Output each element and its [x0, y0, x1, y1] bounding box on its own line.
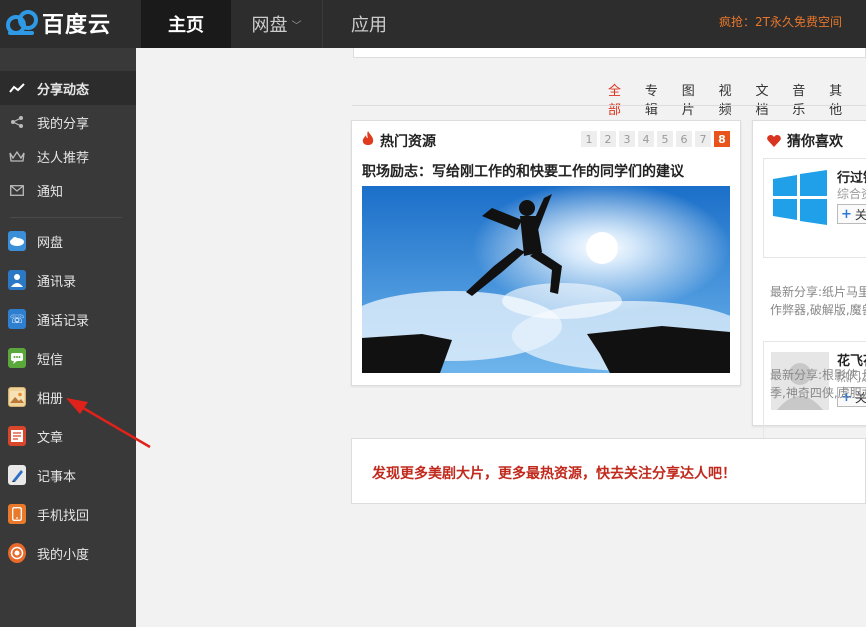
sidebar-item-netdisk[interactable]: 网盘 [0, 224, 136, 258]
nav-pan-label: 网盘 [251, 15, 288, 36]
sidebar-item-label: 通讯录 [37, 274, 77, 290]
sidebar-item-label: 网盘 [37, 235, 64, 251]
filter-tab-image[interactable]: 图片 [682, 80, 707, 125]
recommended-user-card: 行过镜 综合资 +关 [763, 158, 866, 258]
filter-divider [352, 105, 866, 106]
baidu-yun-logo[interactable]: 百度云 [4, 6, 136, 40]
sidebar-item-label: 通知 [37, 184, 64, 200]
mail-icon [8, 181, 26, 199]
latest-share-text[interactable]: 最新分享:纸片马里 作弊器,破解版,魔兽 [770, 283, 866, 319]
guess-title: 猜你喜欢 [787, 134, 843, 150]
crown-icon [8, 147, 26, 165]
discover-banner: 发现更多美剧大片，更多最热资源，快去关注分享达人吧！ [351, 438, 866, 504]
page-button[interactable]: 4 [638, 131, 654, 147]
hot-resources-title: 热门资源 [380, 134, 436, 150]
photo-album-icon [8, 387, 26, 407]
discover-text[interactable]: 发现更多美剧大片，更多最热资源，快去关注分享达人吧！ [372, 463, 736, 483]
sidebar-item-call-log[interactable]: ☏ 通话记录 [0, 302, 136, 336]
nav-pan-tab[interactable]: 网盘 ﹀ [231, 0, 323, 48]
heart-icon [767, 135, 781, 147]
main-content: 全部 专辑 图片 视频 文档 音乐 其他 热门资源 1 2 3 4 5 6 7 … [136, 48, 866, 627]
latest-share-line: 季,神奇四侠,虎胆龙 [770, 386, 866, 400]
guess-header: 猜你喜欢 [767, 131, 843, 151]
sidebar-item-experts[interactable]: 达人推荐 [0, 139, 136, 173]
latest-share-line: 作弊器,破解版,魔兽 [770, 303, 866, 317]
latest-share-line: 最新分享:纸片马里 [770, 285, 866, 299]
sidebar-item-label: 分享动态 [37, 82, 90, 98]
hot-headline-link[interactable]: 职场励志：写给刚工作的和快要工作的同学们的建议 [362, 161, 684, 181]
sidebar-item-label: 短信 [37, 352, 64, 368]
sidebar-item-label: 我的小度 [37, 547, 90, 563]
filter-tab-doc[interactable]: 文档 [755, 80, 780, 125]
call-log-icon: ☏ [8, 309, 26, 329]
page-button-current[interactable]: 8 [714, 131, 730, 147]
promo-link[interactable]: 疯抢：2T永久免费空间 [719, 13, 842, 30]
sidebar-item-label: 相册 [37, 391, 64, 407]
filter-tab-video[interactable]: 视频 [719, 80, 744, 125]
nav-app-tab[interactable]: 应用 [323, 0, 415, 48]
latest-share-text[interactable]: 最新分享:根影侠,月 季,神奇四侠,虎胆龙 [770, 366, 866, 402]
share-icon [8, 113, 26, 131]
user-category: 综合资 [837, 187, 866, 201]
page-button[interactable]: 7 [695, 131, 711, 147]
user-name[interactable]: 行过镜 [837, 167, 866, 186]
windows-avatar[interactable] [771, 169, 829, 227]
cloud-logo-icon [4, 7, 40, 39]
sidebar-item-label: 手机找回 [37, 508, 90, 524]
page-button[interactable]: 2 [600, 131, 616, 147]
flame-icon [362, 131, 374, 151]
notepad-icon [8, 465, 26, 485]
sidebar-item-label: 通话记录 [37, 313, 90, 329]
previous-card-bottom [353, 48, 866, 58]
sidebar-item-sms[interactable]: 短信 [0, 341, 136, 375]
hot-resources-card: 热门资源 1 2 3 4 5 6 7 8 职场励志：写给刚工作的和快要工作的同学… [351, 120, 741, 386]
sidebar-item-label: 我的分享 [37, 116, 90, 132]
follow-button[interactable]: + 关 [837, 204, 866, 224]
chevron-down-icon: ﹀ [291, 20, 302, 32]
page-button[interactable]: 6 [676, 131, 692, 147]
sidebar-item-notepad[interactable]: 记事本 [0, 458, 136, 492]
sidebar-item-album[interactable]: 相册 [0, 380, 136, 414]
sidebar-item-notice[interactable]: 通知 [0, 173, 136, 207]
sidebar-item-share-feed[interactable]: 分享动态 [0, 71, 136, 105]
hot-resource-image[interactable] [362, 186, 730, 373]
nav-home-label: 主页 [168, 15, 204, 36]
page-button[interactable]: 5 [657, 131, 673, 147]
hot-pager: 1 2 3 4 5 6 7 8 [578, 131, 730, 147]
sidebar-item-find-phone[interactable]: 手机找回 [0, 497, 136, 531]
sidebar-item-article[interactable]: 文章 [0, 419, 136, 453]
filter-tab-other[interactable]: 其他 [829, 80, 854, 125]
main-nav: 主页 网盘 ﹀ 应用 [141, 0, 415, 48]
top-bar: 百度云 主页 网盘 ﹀ 应用 疯抢：2T永久免费空间 [0, 0, 866, 48]
filter-tab-all[interactable]: 全部 [608, 80, 633, 125]
sidebar: 分享动态 我的分享 达人推荐 通知 网盘 通讯录 ☏ 通话记录 短信 相册 文章… [0, 48, 136, 627]
nav-app-label: 应用 [351, 15, 387, 36]
sidebar-item-label: 达人推荐 [37, 150, 90, 166]
xiaodu-icon [8, 543, 26, 563]
sidebar-item-contacts[interactable]: 通讯录 [0, 263, 136, 297]
plus-icon: + [841, 206, 852, 222]
sidebar-item-label: 记事本 [37, 469, 77, 485]
sidebar-item-xiaodu[interactable]: 我的小度 [0, 536, 136, 570]
article-icon [8, 426, 26, 446]
hot-resources-header: 热门资源 [362, 131, 436, 151]
sidebar-divider [10, 217, 122, 218]
latest-share-line: 最新分享:根影侠,月 [770, 368, 866, 382]
content-filter-tabs: 全部 专辑 图片 视频 文档 音乐 其他 [608, 80, 866, 125]
filter-tab-music[interactable]: 音乐 [792, 80, 817, 125]
nav-home-tab[interactable]: 主页 [141, 0, 231, 48]
guess-you-like-card: 猜你喜欢 行过镜 综合资 +关 [752, 120, 866, 441]
filter-tab-album[interactable]: 专辑 [645, 80, 670, 125]
contacts-icon [8, 270, 26, 290]
activity-icon [8, 79, 26, 97]
sms-icon [8, 348, 26, 368]
phone-find-icon [8, 504, 26, 524]
logo-text: 百度云 [42, 13, 112, 38]
page-button[interactable]: 1 [581, 131, 597, 147]
follow-label: 关 [854, 207, 866, 222]
cloud-icon [8, 231, 26, 251]
sidebar-item-label: 文章 [37, 430, 64, 446]
page-button[interactable]: 3 [619, 131, 635, 147]
sidebar-item-my-share[interactable]: 我的分享 [0, 105, 136, 139]
